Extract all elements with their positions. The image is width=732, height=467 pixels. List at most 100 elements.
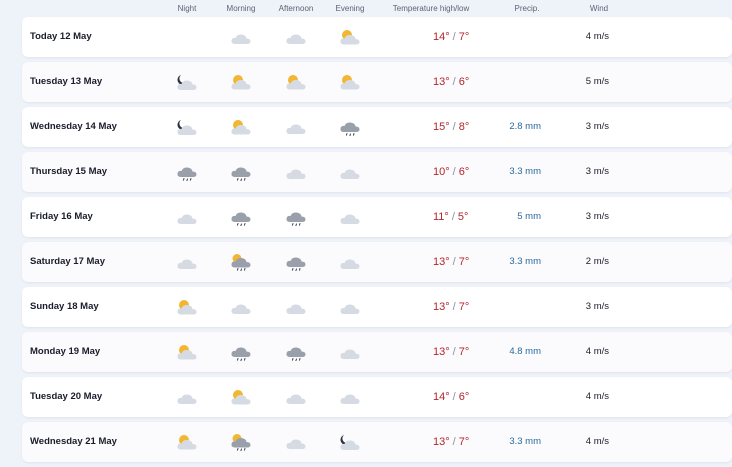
cloud-icon (175, 253, 199, 271)
rain-cloud-icon (338, 118, 362, 137)
wind-speed: 4 m/s (585, 31, 609, 42)
temperature-high: 10° (433, 166, 450, 178)
temperature-separator: / (452, 121, 456, 133)
day-label: Tuesday 13 May (30, 76, 103, 87)
temperature-high: 13° (433, 301, 450, 313)
wind-speed: 4 m/s (585, 391, 609, 402)
precipitation-value: 4.8 mm (509, 346, 541, 357)
day-label: Saturday 17 May (30, 256, 105, 267)
temperature-separator: / (452, 301, 456, 313)
cloud-icon (338, 208, 362, 226)
cloud-icon (338, 298, 362, 316)
forecast-row[interactable]: Wednesday 14 May 15°/8° 2.8 mm 3 m/s (22, 107, 732, 147)
day-label: Wednesday 14 May (30, 121, 117, 132)
wind-speed: 4 m/s (585, 436, 609, 447)
temperature-high: 13° (433, 256, 450, 268)
temperature-high-low: 14°/7° (433, 17, 469, 57)
temperature-separator: / (452, 256, 456, 268)
forecast-row[interactable]: Thursday 15 May 10°/6° 3.3 mm 3 m/s (22, 152, 732, 192)
header-temperature: Temperature high/low (392, 4, 470, 13)
temperature-high: 11° (433, 211, 449, 223)
cloud-icon (284, 118, 308, 136)
precipitation-value: 3.3 mm (509, 256, 541, 267)
temperature-high-low: 10°/6° (433, 152, 469, 192)
temperature-low: 7° (458, 301, 470, 313)
partly-sunny-icon (338, 28, 362, 46)
temperature-separator: / (451, 211, 455, 223)
temperature-separator: / (452, 391, 456, 403)
header-evening: Evening (335, 4, 365, 13)
temperature-high-low: 11°/5° (433, 197, 468, 237)
temperature-low: 7° (458, 436, 470, 448)
partly-sunny-icon (175, 298, 199, 316)
cloud-icon (175, 208, 199, 226)
temperature-low: 6° (458, 391, 470, 403)
temperature-low: 7° (458, 31, 470, 43)
temperature-high: 14° (433, 391, 450, 403)
partly-sunny-icon (175, 433, 199, 451)
forecast-row[interactable]: Saturday 17 May 13°/7° 3.3 mm 2 m/s (22, 242, 732, 282)
cloud-icon (284, 163, 308, 181)
cloud-icon (338, 343, 362, 361)
day-label: Sunday 18 May (30, 301, 99, 312)
precipitation-value: 5 mm (517, 211, 541, 222)
cloud-icon (338, 163, 362, 181)
partly-sunny-icon (229, 388, 253, 406)
temperature-high-low: 15°/8° (433, 107, 469, 147)
forecast-list: Today 12 May 14°/7° 4 m/s Tuesday 13 May 13°… (22, 17, 732, 467)
partly-sunny-icon (229, 73, 253, 91)
day-label: Monday 19 May (30, 346, 101, 357)
forecast-row[interactable]: Monday 19 May 13°/7° 4.8 mm 4 m/s (22, 332, 732, 372)
moon-cloud-icon (175, 73, 199, 91)
temperature-high: 13° (433, 346, 450, 358)
header-morning: Morning (226, 4, 256, 13)
temperature-high: 14° (433, 31, 450, 43)
rain-cloud-icon (284, 253, 308, 272)
temperature-separator: / (452, 436, 456, 448)
temperature-high-low: 14°/6° (433, 377, 469, 417)
temperature-high-low: 13°/7° (433, 332, 469, 372)
partly-sunny-icon (338, 73, 362, 91)
cloud-icon (229, 298, 253, 316)
cloud-icon (175, 388, 199, 406)
rain-cloud-icon (284, 208, 308, 227)
temperature-high-low: 13°/7° (433, 242, 469, 282)
forecast-row[interactable]: Tuesday 13 May 13°/6° 5 m/s (22, 62, 732, 102)
day-label: Today 12 May (30, 31, 92, 42)
temperature-high: 15° (433, 121, 450, 133)
day-label: Thursday 15 May (30, 166, 108, 177)
cloud-icon (284, 298, 308, 316)
forecast-header: Night Morning Afternoon Evening Temperat… (0, 0, 732, 18)
header-night: Night (177, 4, 197, 13)
temperature-separator: / (452, 166, 456, 178)
day-label: Tuesday 20 May (30, 391, 103, 402)
temperature-low: 5° (457, 211, 469, 223)
sun-rain-cloud-icon (229, 433, 253, 452)
sun-rain-cloud-icon (229, 253, 253, 272)
temperature-low: 6° (458, 76, 470, 88)
header-afternoon: Afternoon (278, 4, 314, 13)
moon-cloud-icon (175, 118, 199, 136)
forecast-row[interactable]: Wednesday 21 May 13°/7° 3.3 mm 4 m/s (22, 422, 732, 462)
temperature-low: 7° (458, 256, 470, 268)
wind-speed: 5 m/s (585, 76, 609, 87)
partly-sunny-icon (175, 343, 199, 361)
temperature-low: 8° (458, 121, 470, 133)
cloud-icon (284, 28, 308, 46)
forecast-row[interactable]: Today 12 May 14°/7° 4 m/s (22, 17, 732, 57)
rain-cloud-icon (229, 343, 253, 362)
wind-speed: 2 m/s (585, 256, 609, 267)
cloud-icon (284, 433, 308, 451)
forecast-row[interactable]: Tuesday 20 May 14°/6° 4 m/s (22, 377, 732, 417)
forecast-row[interactable]: Friday 16 May 11°/5° 5 mm 3 m/s (22, 197, 732, 237)
temperature-separator: / (452, 346, 456, 358)
rain-cloud-icon (284, 343, 308, 362)
cloud-icon (338, 253, 362, 271)
precipitation-value: 2.8 mm (509, 121, 541, 132)
temperature-high-low: 13°/7° (433, 422, 469, 462)
forecast-row[interactable]: Sunday 18 May 13°/7° 3 m/s (22, 287, 732, 327)
temperature-low: 6° (458, 166, 470, 178)
temperature-separator: / (452, 31, 456, 43)
cloud-icon (338, 388, 362, 406)
wind-speed: 4 m/s (585, 346, 609, 357)
